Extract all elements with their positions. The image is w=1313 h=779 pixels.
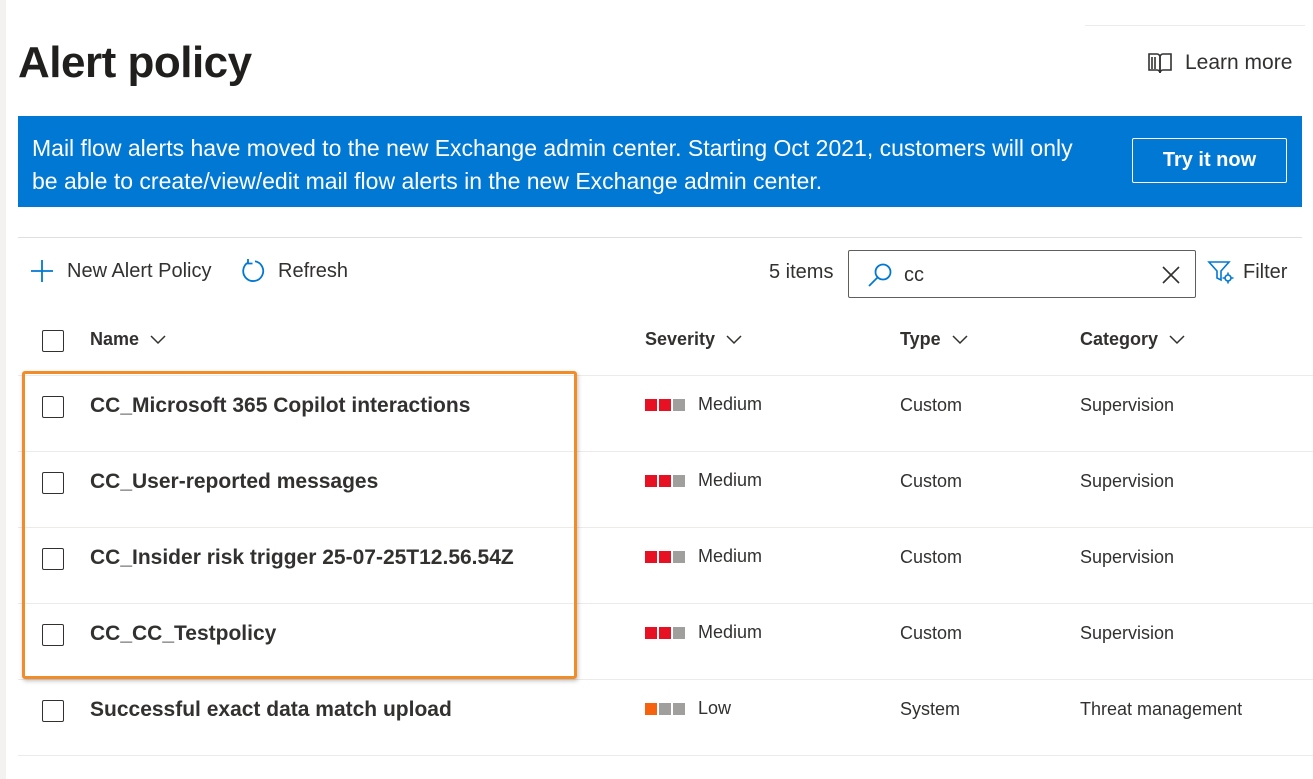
policy-name-link[interactable]: CC_User-reported messages bbox=[90, 470, 378, 494]
items-count: 5 items bbox=[769, 261, 834, 283]
severity-bar-3 bbox=[673, 474, 685, 487]
info-banner: Mail flow alerts have moved to the new E… bbox=[18, 116, 1302, 207]
row-divider bbox=[18, 755, 1313, 756]
severity-label: Medium bbox=[698, 470, 763, 490]
refresh-icon bbox=[242, 259, 265, 282]
try-it-now-button[interactable]: Try it now bbox=[1132, 138, 1287, 183]
severity-bar-1 bbox=[645, 702, 657, 715]
policy-type: Custom bbox=[900, 547, 963, 567]
severity-bar-2 bbox=[659, 550, 671, 563]
row-divider bbox=[18, 527, 1313, 528]
row-checkbox[interactable] bbox=[42, 700, 64, 722]
policy-type: Custom bbox=[900, 395, 963, 415]
severity-bar-3 bbox=[673, 626, 685, 639]
left-border bbox=[0, 0, 6, 779]
severity-bar-1 bbox=[645, 398, 657, 411]
filter-icon bbox=[1207, 261, 1234, 284]
learn-more-label: Learn more bbox=[1185, 51, 1293, 74]
chevron-down-icon bbox=[1169, 334, 1185, 344]
severity-bar-1 bbox=[645, 626, 657, 639]
policy-category: Supervision bbox=[1080, 471, 1175, 491]
column-type-label: Type bbox=[900, 329, 941, 349]
clear-search-icon[interactable] bbox=[1160, 264, 1182, 286]
severity-indicator: Medium bbox=[645, 622, 762, 643]
severity-bar-2 bbox=[659, 398, 671, 411]
top-divider bbox=[1085, 25, 1305, 26]
policy-category: Supervision bbox=[1080, 547, 1175, 567]
chevron-down-icon bbox=[150, 334, 166, 344]
policy-name-link[interactable]: CC_CC_Testpolicy bbox=[90, 622, 276, 646]
policy-category: Supervision bbox=[1080, 623, 1175, 643]
severity-bar-3 bbox=[673, 702, 685, 715]
severity-bar-1 bbox=[645, 474, 657, 487]
select-all-checkbox[interactable] bbox=[42, 330, 64, 352]
row-divider bbox=[18, 679, 1313, 680]
header-divider bbox=[18, 375, 1313, 376]
row-checkbox[interactable] bbox=[42, 472, 64, 494]
severity-label: Medium bbox=[698, 546, 763, 566]
policy-type: System bbox=[900, 699, 961, 719]
severity-label: Medium bbox=[698, 394, 763, 414]
severity-bar-1 bbox=[645, 550, 657, 563]
column-name-label: Name bbox=[90, 329, 140, 349]
column-header-name[interactable]: Name bbox=[90, 329, 167, 350]
row-checkbox[interactable] bbox=[42, 396, 64, 418]
severity-indicator: Medium bbox=[645, 546, 762, 567]
policy-name-link[interactable]: CC_Microsoft 365 Copilot interactions bbox=[90, 394, 470, 418]
severity-bar-3 bbox=[673, 550, 685, 563]
learn-more-link[interactable]: Learn more bbox=[1147, 50, 1292, 76]
new-alert-policy-label: New Alert Policy bbox=[67, 259, 212, 282]
page-title: Alert policy bbox=[18, 38, 252, 87]
severity-bar-2 bbox=[659, 626, 671, 639]
severity-indicator: Low bbox=[645, 698, 731, 719]
toolbar-divider bbox=[18, 237, 1302, 238]
severity-indicator: Medium bbox=[645, 470, 762, 491]
row-checkbox[interactable] bbox=[42, 548, 64, 570]
column-category-label: Category bbox=[1080, 329, 1159, 349]
refresh-button[interactable]: Refresh bbox=[240, 258, 348, 284]
severity-label: Low bbox=[698, 698, 732, 718]
chevron-down-icon bbox=[726, 334, 742, 344]
severity-bar-2 bbox=[659, 702, 671, 715]
filter-label: Filter bbox=[1243, 260, 1288, 283]
policy-type: Custom bbox=[900, 623, 963, 643]
policy-name-link[interactable]: CC_Insider risk trigger 25-07-25T12.56.5… bbox=[90, 546, 514, 570]
search-input[interactable]: cc bbox=[904, 264, 924, 287]
new-alert-policy-button[interactable]: New Alert Policy bbox=[29, 258, 212, 284]
policy-name-link[interactable]: Successful exact data match upload bbox=[90, 698, 452, 722]
column-header-severity[interactable]: Severity bbox=[645, 329, 743, 350]
search-box[interactable]: cc bbox=[848, 250, 1196, 298]
policy-type: Custom bbox=[900, 471, 963, 491]
column-severity-label: Severity bbox=[645, 329, 716, 349]
severity-label: Medium bbox=[698, 622, 763, 642]
search-icon bbox=[868, 263, 892, 287]
severity-bar-2 bbox=[659, 474, 671, 487]
column-header-type[interactable]: Type bbox=[900, 329, 969, 350]
severity-bar-3 bbox=[673, 398, 685, 411]
plus-icon bbox=[31, 260, 53, 282]
filter-button[interactable]: Filter bbox=[1207, 258, 1287, 286]
row-checkbox[interactable] bbox=[42, 624, 64, 646]
severity-indicator: Medium bbox=[645, 394, 762, 415]
row-divider bbox=[18, 451, 1313, 452]
refresh-label: Refresh bbox=[278, 259, 349, 282]
chevron-down-icon bbox=[952, 334, 968, 344]
policy-category: Threat management bbox=[1080, 699, 1243, 719]
book-icon bbox=[1148, 53, 1172, 74]
column-header-category[interactable]: Category bbox=[1080, 329, 1186, 350]
policy-category: Supervision bbox=[1080, 395, 1175, 415]
row-divider bbox=[18, 603, 1313, 604]
banner-text: Mail flow alerts have moved to the new E… bbox=[32, 135, 1073, 194]
